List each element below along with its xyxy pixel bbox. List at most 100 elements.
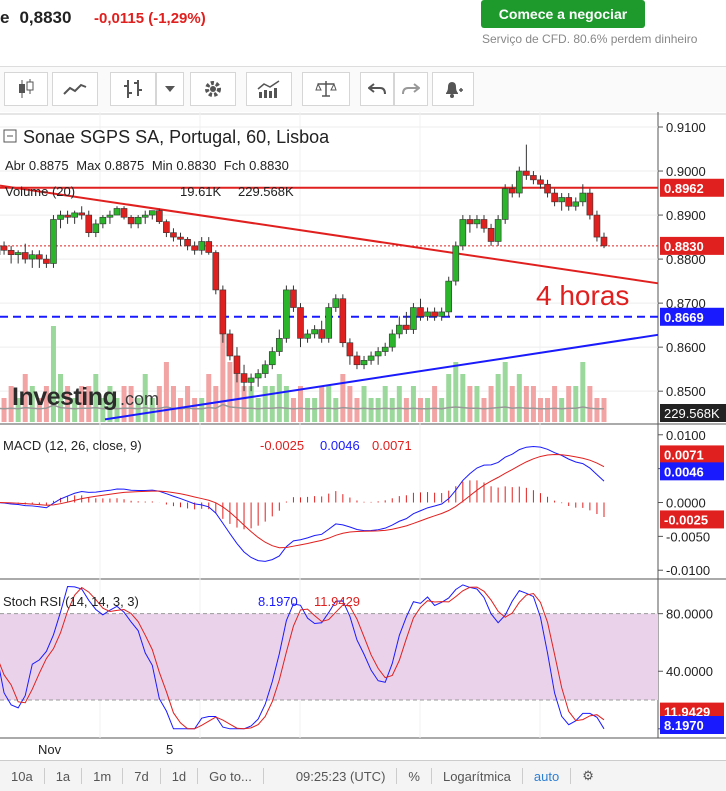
- gear-icon[interactable]: [190, 72, 236, 106]
- quote-header: e 0,8830 -0,0115 (-1,29%) Comece a negoci…: [0, 0, 726, 60]
- candle-body: [480, 219, 488, 229]
- range-1m[interactable]: 1m: [82, 769, 122, 784]
- undo-icon[interactable]: [360, 72, 394, 106]
- candles-icon[interactable]: [4, 72, 48, 106]
- indicators-icon[interactable]: [246, 72, 292, 106]
- settings-gear-icon[interactable]: ⚙: [571, 768, 605, 784]
- chart-area[interactable]: 0.9100 0.9000 0.8900 0.8800 0.8700 0.8600 0.85…: [0, 112, 726, 760]
- candle-body: [565, 197, 573, 207]
- volume-bar: [559, 398, 565, 422]
- macd-hist-value: -0.0025: [260, 438, 304, 453]
- price-tick-label: 0.8600: [666, 340, 706, 355]
- volume-bar: [580, 362, 586, 422]
- range-1y[interactable]: 1a: [45, 769, 81, 784]
- svg-text:Investing: Investing: [12, 383, 117, 411]
- log-toggle[interactable]: Logarítmica: [432, 769, 522, 784]
- instrument-name-fragment: e: [0, 8, 10, 27]
- candle-body: [593, 214, 601, 238]
- candle-body: [127, 216, 135, 225]
- volume-bar: [269, 386, 275, 422]
- candle-body: [247, 377, 255, 383]
- last-price: e 0,8830: [0, 8, 71, 28]
- candle-body: [558, 197, 565, 203]
- price-chart-svg[interactable]: 0.91000.90000.89000.88000.87000.86000.85…: [0, 112, 726, 760]
- price-tick-label: 0.9100: [666, 120, 706, 135]
- volume-bar: [495, 374, 501, 422]
- goto-button[interactable]: Go to...: [198, 769, 263, 784]
- volume-bar: [361, 386, 367, 422]
- volume-bar: [566, 386, 572, 422]
- start-trading-button[interactable]: Comece a negociar: [481, 0, 645, 28]
- price-tick-label: 0.9000: [666, 164, 706, 179]
- price-tick-label: 0.8500: [666, 384, 706, 399]
- candle-body: [332, 298, 340, 308]
- volume-bar: [410, 386, 416, 422]
- candle-body: [381, 346, 389, 352]
- volume-bar: [481, 398, 487, 422]
- last-price-value: 0,8830: [19, 8, 72, 27]
- candle-body: [28, 254, 36, 260]
- volume-bar: [460, 374, 466, 422]
- range-1d[interactable]: 1d: [161, 769, 197, 784]
- macd-label: MACD (12, 26, close, 9): [3, 438, 142, 453]
- volume-bar: [199, 398, 205, 422]
- auto-toggle[interactable]: auto: [523, 769, 570, 784]
- volume-bar: [192, 398, 198, 422]
- resistance-marker: 0.8962: [664, 181, 704, 196]
- candle-body: [50, 219, 57, 264]
- candle-body: [459, 219, 467, 247]
- stoch-rsi-label: Stoch RSI (14, 14, 3, 3): [3, 594, 139, 609]
- volume-bar: [552, 386, 558, 422]
- candle-body: [276, 338, 283, 352]
- candle-body: [297, 307, 304, 339]
- candle-body: [579, 192, 587, 203]
- candle-body: [212, 252, 220, 291]
- volume-bar: [255, 398, 261, 422]
- candle-body: [360, 360, 368, 366]
- candle-body: [64, 214, 71, 218]
- candle-body: [14, 252, 22, 255]
- bar-chart-icon[interactable]: [110, 72, 156, 106]
- line-chart-icon[interactable]: [52, 72, 98, 106]
- volume-bar: [382, 386, 388, 422]
- range-10y[interactable]: 10a: [0, 769, 44, 784]
- candle-body: [530, 175, 537, 181]
- candle-body: [205, 241, 213, 253]
- candle-body: [466, 219, 474, 225]
- stoch-tick-label: 80.0000: [666, 607, 713, 622]
- volume-bar: [467, 386, 473, 422]
- x-tick-5: 5: [166, 742, 173, 757]
- volume-bar: [298, 386, 303, 422]
- volume-bar: [446, 374, 452, 422]
- dropdown-arrow-icon[interactable]: [156, 72, 184, 106]
- volume-bar: [163, 362, 169, 422]
- scale-icon[interactable]: [302, 72, 350, 106]
- candle-body: [99, 216, 107, 225]
- candle-body: [198, 241, 205, 251]
- percent-toggle[interactable]: %: [397, 769, 431, 784]
- stoch-k-value: 8.1970: [258, 594, 298, 609]
- volume-bar: [537, 398, 543, 422]
- candle-body: [501, 188, 509, 220]
- cfd-disclaimer: Serviço de CFD. 80.6% perdem dinheiro: [482, 32, 698, 46]
- candle-body: [85, 214, 93, 233]
- redo-icon[interactable]: [394, 72, 428, 106]
- range-7d[interactable]: 7d: [123, 769, 159, 784]
- volume-bar: [206, 374, 212, 422]
- volume-bar: [425, 398, 431, 422]
- candle-body: [226, 333, 234, 357]
- candle-body: [0, 245, 8, 251]
- candle-body: [452, 245, 460, 282]
- volume-legend: Volume (20): [5, 184, 75, 199]
- volume-bar: [396, 386, 402, 422]
- volume-bar: [439, 398, 445, 422]
- alert-icon[interactable]: [432, 72, 474, 106]
- candle-body: [374, 351, 382, 357]
- candle-body: [219, 289, 227, 335]
- candle-body: [163, 221, 170, 233]
- candle-body: [586, 192, 594, 216]
- candle-body: [240, 373, 248, 383]
- candle-body: [191, 245, 198, 251]
- volume-bar: [573, 386, 579, 422]
- volume-bar: [227, 362, 233, 422]
